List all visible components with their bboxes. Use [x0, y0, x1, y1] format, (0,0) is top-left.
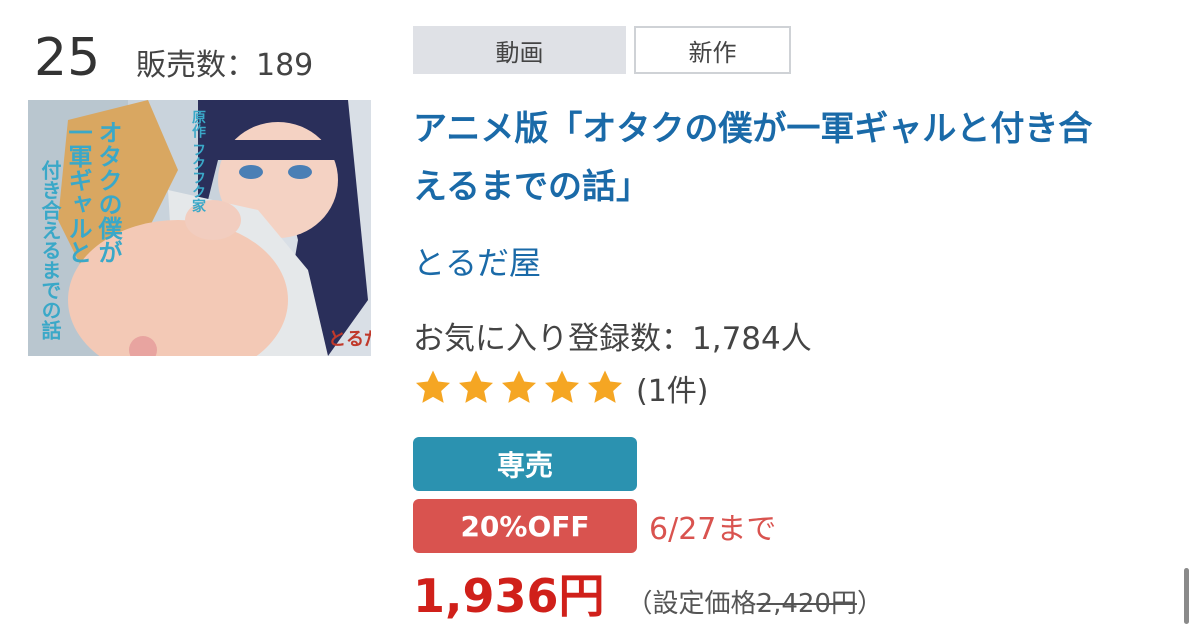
star-icon: [459, 370, 493, 403]
thumbnail-original-credit: 原作 フクフク家: [190, 110, 206, 214]
list-price-prefix: （設定価格: [626, 589, 757, 619]
product-title-link[interactable]: アニメ版「オタクの僕が一軍ギャルと付き合 えるまでの話」: [413, 100, 1173, 216]
list-price-value: 2,420円: [756, 589, 857, 619]
discount-badge: 20%OFF: [413, 499, 637, 553]
scrollbar-thumb[interactable]: [1184, 568, 1189, 624]
thumbnail-text-2: 一軍ギャルと: [64, 120, 92, 264]
tag-list: 動画 新作: [413, 26, 791, 74]
product-title-line-1: アニメ版「オタクの僕が一軍ギャルと付き合: [413, 109, 1093, 149]
discount-deadline: 6/27まで: [649, 512, 777, 547]
thumbnail-text-1: オタクの僕が: [94, 120, 123, 264]
rating-row[interactable]: (1件): [413, 366, 709, 410]
product-thumbnail[interactable]: オタクの僕が 一軍ギャルと 付き合えるまでの話 原作 フクフク家 とるだ屋: [28, 100, 371, 356]
sales-count: 販売数：189: [136, 48, 314, 83]
favorites-count: お気に入り登録数：1,784人: [413, 321, 812, 357]
exclusive-badge: 専売: [413, 437, 637, 491]
discount-row: 20%OFF 6/27まで: [413, 499, 776, 553]
star-icon: [588, 370, 622, 403]
thumbnail-logo: とるだ屋: [328, 329, 371, 350]
category-tag[interactable]: 動画: [413, 26, 626, 74]
list-price-suffix: ）: [856, 589, 883, 619]
price-row: 1,936円 （設定価格2,420円）: [413, 560, 883, 626]
circle-name-link[interactable]: とるだ屋: [413, 238, 541, 288]
thumbnail-text-3: 付き合えるまでの話: [38, 159, 62, 341]
new-release-tag[interactable]: 新作: [634, 26, 791, 74]
star-icon: [502, 370, 536, 403]
thumbnail-illustration: オタクの僕が 一軍ギャルと 付き合えるまでの話 原作 フクフク家 とるだ屋: [28, 100, 371, 356]
sale-price: 1,936円: [413, 569, 605, 623]
star-icon: [416, 370, 450, 403]
list-price: （設定価格2,420円）: [627, 583, 883, 620]
star-icon: [545, 370, 579, 403]
rank-number: 25: [34, 28, 101, 88]
review-count[interactable]: (1件): [636, 366, 709, 410]
product-title-line-2: えるまでの話」: [413, 167, 650, 207]
